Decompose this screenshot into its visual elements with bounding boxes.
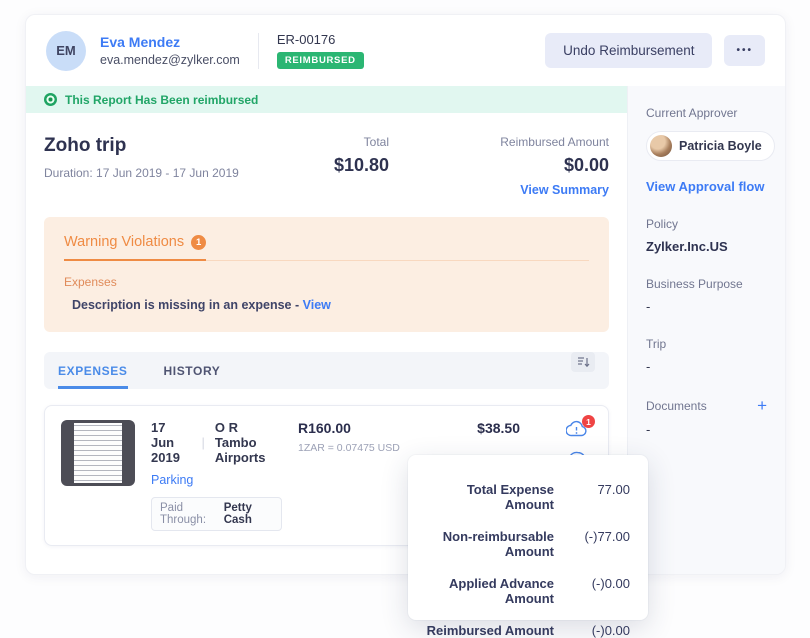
submitter-email: eva.mendez@zylker.com [100, 53, 240, 67]
reimbursed-banner: This Report Has Been reimbursed [26, 86, 627, 113]
view-approval-flow-link[interactable]: View Approval flow [646, 179, 767, 194]
receipt-paper [74, 423, 122, 483]
approver-chip: Patricia Boyle [646, 131, 775, 161]
report-duration: Duration: 17 Jun 2019 - 17 Jun 2019 [44, 166, 259, 180]
sort-button[interactable] [571, 352, 595, 372]
header-divider [258, 33, 259, 69]
violation-message: Description is missing in an expense - V… [64, 298, 589, 312]
expense-category-link[interactable]: Parking [151, 473, 282, 487]
summary-row: Non-reimbursable Amount (-)77.00 [426, 529, 630, 559]
expense-date: 17 Jun 2019 [151, 420, 192, 465]
add-document-button[interactable]: + [757, 397, 767, 414]
total-label: Total [259, 135, 389, 149]
approver-name: Patricia Boyle [679, 139, 762, 153]
submitter-name-link[interactable]: Eva Mendez [100, 34, 240, 50]
expense-merchant: O R Tambo Airports [215, 420, 282, 465]
paid-through-pill: Paid Through: Petty Cash [151, 497, 282, 531]
current-approver-label: Current Approver [646, 106, 767, 120]
violations-count-badge: 1 [191, 235, 206, 250]
reimbursed-amount-value: $0.00 [429, 155, 609, 176]
submitter-block: Eva Mendez eva.mendez@zylker.com [100, 34, 240, 67]
reimbursed-status-icon [44, 93, 57, 106]
summary-popup: Total Expense Amount 77.00 Non-reimbursa… [408, 455, 648, 620]
warning-violations-tab[interactable]: Warning Violations 1 [64, 234, 206, 261]
approver-avatar [650, 135, 672, 157]
tab-bar: EXPENSES HISTORY [44, 352, 609, 389]
warning-violations-panel: Warning Violations 1 Expenses Descriptio… [44, 217, 609, 332]
report-summary-row: Zoho trip Duration: 17 Jun 2019 - 17 Jun… [44, 135, 609, 199]
report-header: EM Eva Mendez eva.mendez@zylker.com ER-0… [26, 15, 785, 86]
business-purpose-value: - [646, 299, 767, 314]
report-id: ER-00176 [277, 32, 364, 47]
documents-value: - [646, 422, 767, 437]
exchange-rate: 1ZAR = 0.07475 USD [298, 442, 426, 454]
violation-view-link[interactable]: View [303, 298, 331, 312]
documents-label: Documents [646, 399, 707, 413]
expense-warning-button[interactable]: 1 [566, 420, 588, 442]
business-purpose-label: Business Purpose [646, 277, 767, 291]
policy-label: Policy [646, 217, 767, 231]
warning-violations-title: Warning Violations [64, 234, 184, 250]
tab-expenses[interactable]: EXPENSES [58, 352, 128, 389]
receipt-thumbnail[interactable] [61, 420, 135, 486]
trip-value: - [646, 359, 767, 374]
sort-icon [577, 356, 590, 368]
more-options-button[interactable]: ••• [724, 35, 765, 66]
summary-row: Applied Advance Amount (-)0.00 [426, 576, 630, 606]
trip-label: Trip [646, 337, 767, 351]
reimbursed-banner-text: This Report Has Been reimbursed [65, 93, 258, 107]
tab-history[interactable]: HISTORY [164, 352, 221, 389]
policy-value: Zylker.Inc.US [646, 239, 767, 254]
report-id-block: ER-00176 REIMBURSED [277, 32, 364, 69]
total-value: $10.80 [259, 155, 389, 176]
view-summary-link[interactable]: View Summary [520, 183, 609, 197]
warning-count-badge: 1 [582, 415, 595, 428]
report-card: EM Eva Mendez eva.mendez@zylker.com ER-0… [25, 14, 786, 575]
avatar: EM [46, 31, 86, 71]
summary-row: Reimbursed Amount (-)0.00 [426, 623, 630, 638]
summary-row: Total Expense Amount 77.00 [426, 482, 630, 512]
violations-section-label: Expenses [64, 275, 589, 289]
undo-reimbursement-button[interactable]: Undo Reimbursement [545, 33, 712, 68]
details-sidebar: Current Approver Patricia Boyle View App… [627, 86, 785, 574]
status-badge: REIMBURSED [277, 52, 364, 69]
reimbursed-amount-label: Reimbursed Amount [429, 135, 609, 149]
expense-amount-original: R160.00 [298, 420, 426, 436]
page-title: Zoho trip [44, 135, 259, 157]
